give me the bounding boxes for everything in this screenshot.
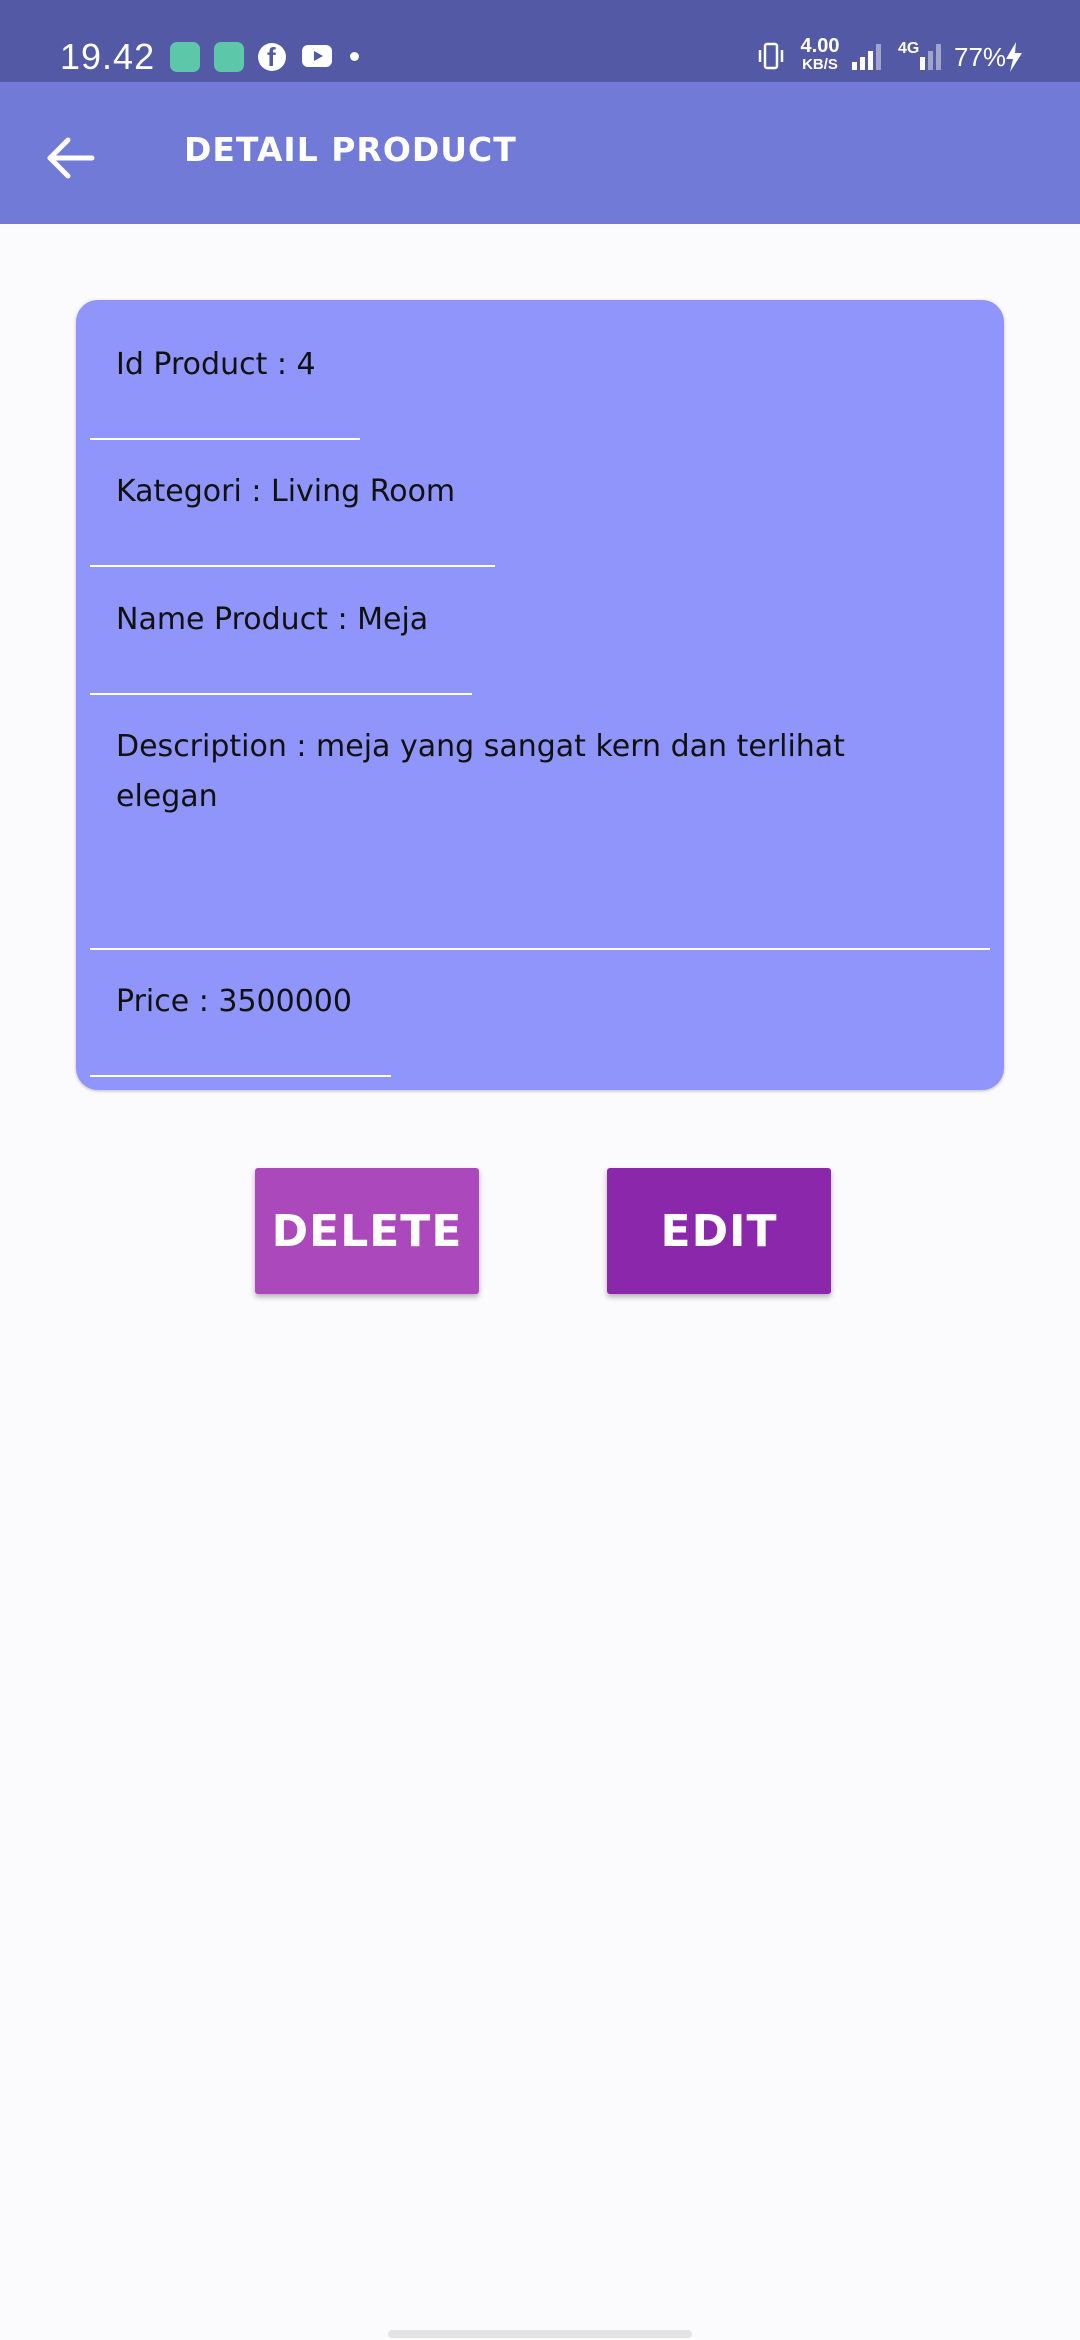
battery-level: 77% xyxy=(954,42,1007,72)
status-time: 19.42 xyxy=(60,36,156,77)
page-title: DETAIL PRODUCT xyxy=(184,130,517,169)
speed-value: 4.00 xyxy=(800,35,840,57)
product-price-text: Price : 3500000 xyxy=(116,984,352,1019)
vibrate-icon xyxy=(758,42,784,70)
youtube-icon xyxy=(302,45,332,67)
app-notification-icon xyxy=(214,42,244,72)
edit-button[interactable]: EDIT xyxy=(607,1168,831,1294)
delete-button[interactable]: DELETE xyxy=(255,1168,479,1294)
back-button[interactable] xyxy=(34,122,106,194)
divider xyxy=(90,693,472,695)
arrow-left-icon xyxy=(47,137,95,179)
signal-icon xyxy=(852,44,881,70)
product-id-text: Id Product : 4 xyxy=(116,347,316,382)
product-category-text: Kategori : Living Room xyxy=(116,474,456,509)
speed-unit: KB/S xyxy=(802,56,838,73)
product-name-text: Name Product : Meja xyxy=(116,602,429,637)
product-detail-card: Id Product : 4 Kategori : Living Room Na… xyxy=(76,300,1004,1090)
divider xyxy=(90,438,360,440)
app-bar: DETAIL PRODUCT xyxy=(0,82,1080,224)
app-notification-icon xyxy=(170,42,200,72)
signal-icon xyxy=(920,44,941,70)
facebook-icon xyxy=(258,42,286,73)
home-indicator[interactable] xyxy=(388,2330,692,2338)
divider xyxy=(90,1075,391,1077)
charging-icon xyxy=(1006,42,1022,72)
divider xyxy=(90,948,990,950)
divider xyxy=(90,565,495,567)
product-description-text: Description : meja yang sangat kern dan … xyxy=(116,729,845,814)
status-bar: 19.42 4.00 KB/S 4G 77% xyxy=(0,0,1080,82)
network-speed: 4.00 KB/S xyxy=(798,36,842,72)
more-notifications-dot-icon xyxy=(350,52,359,61)
